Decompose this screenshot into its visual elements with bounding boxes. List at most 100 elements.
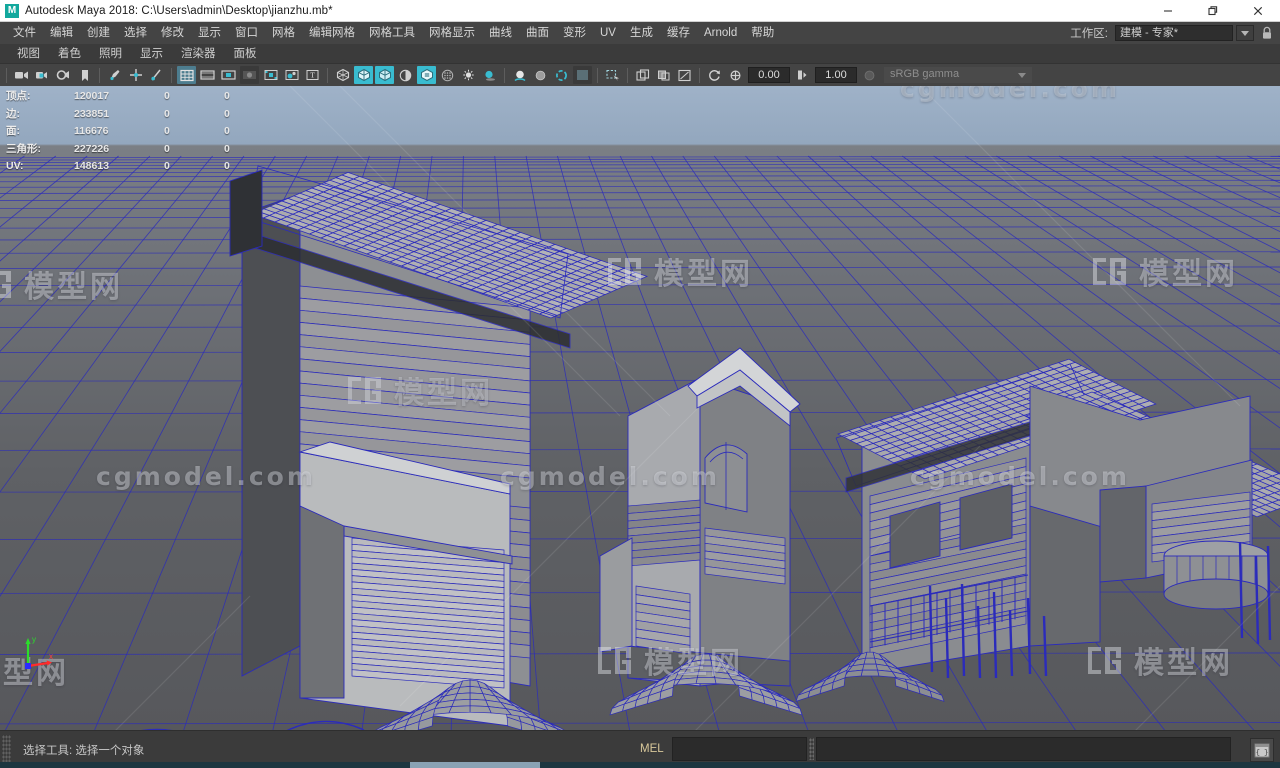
color-management-icon[interactable] bbox=[860, 66, 879, 84]
menu-item-generate[interactable]: 生成 bbox=[623, 22, 660, 44]
menu-item-display[interactable]: 显示 bbox=[191, 22, 228, 44]
timeline-strip[interactable] bbox=[0, 762, 1280, 768]
menu-item-deform[interactable]: 变形 bbox=[556, 22, 593, 44]
status-bar-grip[interactable] bbox=[2, 734, 11, 765]
panel-menu-shading[interactable]: 着色 bbox=[49, 44, 90, 64]
status-bar: 选择工具: 选择一个对象 MEL { } bbox=[0, 730, 1280, 768]
xray-icon[interactable] bbox=[438, 66, 457, 84]
menu-item-file[interactable]: 文件 bbox=[6, 22, 43, 44]
panel-menu-bar: 视图 着色 照明 显示 渲染器 面板 bbox=[0, 44, 1280, 64]
hud-row-uvs: UV: 148613 0 0 bbox=[6, 158, 264, 176]
menu-item-arnold[interactable]: Arnold bbox=[697, 22, 744, 44]
menu-item-windows[interactable]: 窗口 bbox=[228, 22, 265, 44]
grid-toggle-icon[interactable] bbox=[177, 66, 196, 84]
gamma-icon[interactable] bbox=[793, 66, 812, 84]
workspace-value[interactable]: 建模 - 专家* bbox=[1115, 25, 1233, 41]
axis-gizmo: y x bbox=[25, 635, 53, 669]
camera-reset-icon[interactable] bbox=[54, 66, 73, 84]
panel-menu-renderer[interactable]: 渲染器 bbox=[172, 44, 225, 64]
viewport-fx-icon[interactable] bbox=[573, 66, 592, 84]
camera-icon[interactable] bbox=[12, 66, 31, 84]
color-profile-chevron-down-icon bbox=[1018, 73, 1026, 78]
gate-mask-icon[interactable] bbox=[240, 66, 259, 84]
menu-item-mesh-tools[interactable]: 网格工具 bbox=[362, 22, 422, 44]
menu-item-help[interactable]: 帮助 bbox=[744, 22, 781, 44]
panel-menu-view[interactable]: 视图 bbox=[8, 44, 49, 64]
exposure-value-input[interactable]: 0.00 bbox=[748, 67, 790, 83]
perspective-viewport[interactable]: 顶点: 120017 0 0 边: 233851 0 0 面: 116676 0… bbox=[0, 86, 1280, 730]
command-line: MEL bbox=[640, 737, 1231, 761]
move-tool-icon[interactable] bbox=[126, 66, 145, 84]
wireframe-icon[interactable] bbox=[333, 66, 352, 84]
menu-item-modify[interactable]: 修改 bbox=[154, 22, 191, 44]
toolbar-separator bbox=[504, 67, 505, 83]
two-panes-icon[interactable] bbox=[654, 66, 673, 84]
menu-item-edit-mesh[interactable]: 编辑网格 bbox=[302, 22, 362, 44]
half-shade-icon[interactable] bbox=[396, 66, 415, 84]
texture-icon[interactable] bbox=[417, 66, 436, 84]
timeline-range-indicator[interactable] bbox=[410, 762, 540, 768]
script-editor-button[interactable]: { } bbox=[1250, 738, 1274, 762]
film-gate-icon[interactable] bbox=[198, 66, 217, 84]
isolate-select-icon[interactable] bbox=[603, 66, 622, 84]
workspace-dropdown-chevron-down-icon[interactable] bbox=[1236, 25, 1254, 41]
menu-item-create[interactable]: 创建 bbox=[80, 22, 117, 44]
mel-label[interactable]: MEL bbox=[640, 743, 664, 755]
toolbar-separator bbox=[597, 67, 598, 83]
minimize-button[interactable] bbox=[1145, 0, 1190, 22]
gamma-value-input[interactable]: 1.00 bbox=[815, 67, 857, 83]
hud-selected: 0 bbox=[164, 142, 170, 155]
paint-select-icon[interactable] bbox=[105, 66, 124, 84]
light-effects-icon[interactable] bbox=[282, 66, 301, 84]
command-output-field[interactable] bbox=[815, 737, 1231, 761]
close-button[interactable] bbox=[1235, 0, 1280, 22]
aa-icon[interactable] bbox=[552, 66, 571, 84]
motion-blur-icon[interactable] bbox=[531, 66, 550, 84]
hud-selected: 0 bbox=[164, 125, 170, 137]
resolution-gate-icon[interactable] bbox=[219, 66, 238, 84]
color-profile-select[interactable]: sRGB gamma bbox=[884, 67, 1032, 83]
hud-total: 227226 bbox=[74, 142, 110, 155]
lights-icon[interactable] bbox=[459, 66, 478, 84]
menu-item-surfaces[interactable]: 曲面 bbox=[519, 22, 556, 44]
app-logo-icon: M bbox=[5, 3, 19, 18]
cut-tool-icon[interactable] bbox=[147, 66, 166, 84]
camera-lock-icon[interactable] bbox=[33, 66, 52, 84]
film-origin-icon[interactable] bbox=[261, 66, 280, 84]
axis-label-y: y bbox=[32, 635, 36, 644]
hud-row-edges: 边: 233851 0 0 bbox=[6, 106, 264, 124]
panel-menu-lighting[interactable]: 照明 bbox=[90, 44, 131, 64]
exposure-icon[interactable] bbox=[726, 66, 745, 84]
title-bar: M Autodesk Maya 2018: C:\Users\admin\Des… bbox=[0, 0, 1280, 22]
menu-item-curves[interactable]: 曲线 bbox=[482, 22, 519, 44]
shadows-icon[interactable] bbox=[480, 66, 499, 84]
menu-item-uv[interactable]: UV bbox=[593, 22, 623, 44]
menu-item-select[interactable]: 选择 bbox=[117, 22, 154, 44]
toolbar-separator bbox=[699, 67, 700, 83]
workspace-selector: 工作区: 建模 - 专家* bbox=[1070, 25, 1280, 42]
command-line-grip[interactable] bbox=[808, 738, 814, 760]
wireframe-on-shaded-icon[interactable] bbox=[375, 66, 394, 84]
watermark-diagonal-lines bbox=[115, 86, 1280, 730]
menu-item-mesh[interactable]: 网格 bbox=[265, 22, 302, 44]
snapshot-icon[interactable] bbox=[633, 66, 652, 84]
panel-menu-show[interactable]: 显示 bbox=[131, 44, 172, 64]
toolbar-separator bbox=[6, 67, 7, 83]
toolbar-separator bbox=[99, 67, 100, 83]
panel-menu-panels[interactable]: 面板 bbox=[225, 44, 266, 64]
menu-item-edit[interactable]: 编辑 bbox=[43, 22, 80, 44]
menu-item-mesh-display[interactable]: 网格显示 bbox=[422, 22, 482, 44]
menu-item-cache[interactable]: 缓存 bbox=[660, 22, 697, 44]
command-input[interactable] bbox=[671, 737, 807, 761]
bookmark-icon[interactable] bbox=[75, 66, 94, 84]
refresh-icon[interactable] bbox=[705, 66, 724, 84]
restore-button[interactable] bbox=[1190, 0, 1235, 22]
hud-extra: 0 bbox=[224, 107, 230, 120]
workspace-lock-icon[interactable] bbox=[1258, 25, 1276, 42]
ao-icon[interactable] bbox=[510, 66, 529, 84]
render-view-icon[interactable] bbox=[675, 66, 694, 84]
viewport-hud: 顶点: 120017 0 0 边: 233851 0 0 面: 116676 0… bbox=[6, 88, 264, 176]
hud-selected: 0 bbox=[164, 160, 170, 172]
text-overlay-icon[interactable]: T bbox=[303, 66, 322, 84]
smooth-shade-icon[interactable] bbox=[354, 66, 373, 84]
